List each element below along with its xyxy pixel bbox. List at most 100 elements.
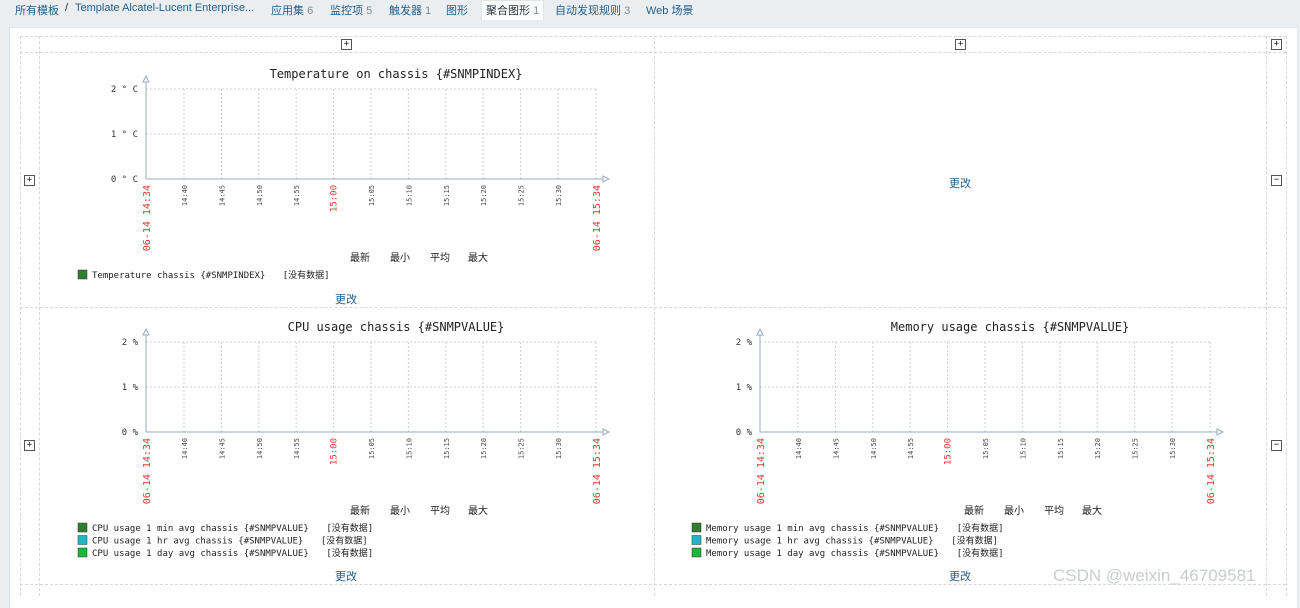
legend-no-data: [没有数据] [957, 522, 1004, 534]
x-range-label: 06-14 14:34 [756, 438, 767, 504]
tab-graphs[interactable]: 图形 [446, 2, 468, 18]
x-axis-arrow [1216, 428, 1225, 436]
x-tick-label: 15:20 [480, 438, 488, 459]
chart-title: Memory usage chassis {#SNMPVALUE} [891, 320, 1129, 334]
add-column-button[interactable]: + [341, 39, 352, 50]
add-column-button[interactable]: + [1271, 39, 1282, 50]
x-tick-label: 15:05 [368, 438, 376, 459]
x-tick-label: 15:30 [555, 438, 563, 459]
legend-swatch [691, 535, 702, 545]
x-tick-label: 15:20 [1094, 438, 1102, 459]
tab-label: Web 场景 [646, 5, 694, 17]
x-tick-label: 15:00 [944, 438, 954, 465]
legend-series-name: CPU usage 1 min avg chassis {#SNMPVALUE} [92, 524, 309, 534]
legend-header: 最小 [390, 252, 410, 264]
x-tick-label: 14:50 [256, 185, 264, 206]
legend-no-data: [没有数据] [326, 547, 373, 559]
grid-divider [654, 36, 655, 596]
x-range-label: 06-14 15:34 [1206, 438, 1217, 504]
grid-divider [1286, 36, 1287, 596]
x-tick-label: 15:30 [555, 185, 563, 206]
cpu-usage-graph: CPU usage chassis {#SNMPVALUE} 2 % 1 % 0 % 1… [76, 317, 616, 559]
cpu-usage-chart: CPU usage chassis {#SNMPVALUE} 2 % 1 % 0 % 1… [77, 320, 611, 559]
grid-divider [1266, 36, 1267, 596]
x-tick-label: 15:00 [330, 185, 340, 212]
y-tick-label: 2 ° C [111, 85, 138, 95]
grid-divider [39, 36, 40, 596]
y-axis-arrow [142, 327, 150, 336]
x-tick-label: 14:55 [293, 438, 301, 459]
tab-count: 1 [533, 5, 540, 17]
legend-series-name: Memory usage 1 hr avg chassis {#SNMPVALU… [706, 537, 934, 547]
x-tick-label: 15:00 [330, 438, 340, 465]
legend-header: 最小 [1004, 505, 1024, 517]
x-axis-arrow [602, 428, 611, 436]
x-tick-label: 15:30 [1169, 438, 1177, 459]
grid-divider [20, 36, 1286, 37]
x-tick-label: 14:50 [870, 438, 878, 459]
tab-items[interactable]: 监控项 5 [330, 2, 372, 18]
tab-triggers[interactable]: 触发器 1 [389, 2, 431, 18]
legend-header: 最新 [964, 504, 984, 517]
y-tick-label: 0 ° C [111, 175, 138, 185]
legend-swatch [77, 535, 88, 545]
tab-label: 聚合图形 [486, 5, 530, 17]
legend-header: 最大 [468, 504, 488, 517]
chart-title: CPU usage chassis {#SNMPVALUE} [288, 320, 505, 334]
legend-no-data: [没有数据] [283, 269, 330, 281]
breadcrumb-template-name[interactable]: Template Alcatel-Lucent Enterprise... [75, 2, 254, 14]
change-link[interactable]: 更改 [949, 568, 971, 584]
y-tick-label: 0 % [736, 428, 753, 438]
tab-discovery-rules[interactable]: 自动发现规则 3 [555, 2, 630, 18]
legend-swatch [77, 522, 88, 533]
tab-applications[interactable]: 应用集 6 [271, 2, 313, 18]
legend-series-name: Memory usage 1 day avg chassis {#SNMPVAL… [706, 549, 939, 559]
remove-row-button[interactable]: − [1271, 175, 1282, 186]
temperature-graph: Temperature on chassis {#SNMPINDEX} 2 ° C… [76, 64, 616, 281]
x-tick-label: 14:40 [181, 438, 189, 459]
legend-header: 最新 [350, 504, 370, 517]
add-row-button[interactable]: + [24, 175, 35, 186]
legend-series-name: CPU usage 1 day avg chassis {#SNMPVALUE} [92, 549, 309, 559]
x-tick-label: 15:25 [518, 185, 526, 206]
y-tick-label: 1 ° C [111, 130, 138, 140]
memory-usage-graph: Memory usage chassis {#SNMPVALUE} 2 % 1 % 0… [690, 317, 1230, 559]
tab-label: 监控项 [330, 5, 363, 17]
remove-row-button[interactable]: − [1271, 440, 1282, 451]
breadcrumb-all-templates[interactable]: 所有模板 [15, 2, 59, 18]
tab-count: 3 [624, 5, 631, 17]
change-link[interactable]: 更改 [949, 175, 971, 191]
tab-count: 6 [307, 5, 314, 17]
x-range-label: 06-14 14:34 [142, 185, 153, 251]
legend-swatch [691, 522, 702, 533]
x-tick-label: 14:40 [795, 438, 803, 459]
tab-label: 自动发现规则 [555, 5, 621, 17]
y-tick-label: 2 % [736, 338, 753, 348]
tab-label: 图形 [446, 5, 468, 17]
x-tick-label: 15:10 [405, 438, 413, 459]
add-column-button[interactable]: + [955, 39, 966, 50]
add-row-button[interactable]: + [24, 440, 35, 451]
x-tick-label: 15:25 [518, 438, 526, 459]
legend-no-data: [没有数据] [957, 547, 1004, 559]
tab-screens[interactable]: 聚合图形 1 [481, 0, 545, 20]
chart-title: Temperature on chassis {#SNMPINDEX} [270, 67, 523, 81]
y-axis-arrow [142, 74, 150, 83]
legend-no-data: [没有数据] [326, 522, 373, 534]
legend-series-name: Temperature chassis {#SNMPINDEX} [92, 271, 265, 281]
temperature-chart: Temperature on chassis {#SNMPINDEX} 2 ° C… [77, 67, 611, 281]
y-tick-label: 1 % [122, 383, 139, 393]
legend-header: 平均 [430, 505, 450, 517]
x-tick-label: 14:40 [181, 185, 189, 206]
x-tick-label: 15:10 [1019, 438, 1027, 459]
x-tick-label: 15:15 [443, 438, 451, 459]
legend-series-name: CPU usage 1 hr avg chassis {#SNMPVALUE} [92, 537, 303, 547]
x-tick-label: 14:45 [832, 438, 840, 459]
x-range-label: 06-14 15:34 [592, 185, 603, 251]
y-tick-label: 1 % [736, 383, 753, 393]
x-tick-label: 14:45 [218, 185, 226, 206]
tab-web-scenarios[interactable]: Web 场景 [646, 2, 693, 18]
change-link[interactable]: 更改 [335, 568, 357, 584]
legend-no-data: [没有数据] [951, 535, 998, 547]
change-link[interactable]: 更改 [335, 291, 357, 307]
